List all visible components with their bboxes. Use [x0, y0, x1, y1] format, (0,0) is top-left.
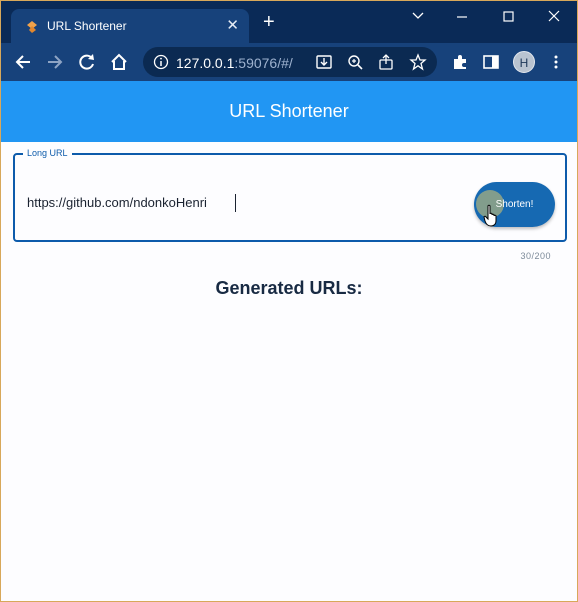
minimize-icon[interactable]: [447, 7, 477, 27]
extensions-puzzle-icon[interactable]: [451, 53, 469, 71]
browser-titlebar: URL Shortener ✕ +: [1, 1, 577, 43]
new-tab-button[interactable]: +: [263, 12, 275, 32]
browser-toolbar: 127.0.0.1:59076/#/ H: [1, 43, 577, 81]
generated-urls-heading: Generated URLs:: [215, 278, 363, 298]
site-info-icon[interactable]: [153, 54, 169, 70]
back-arrow-icon[interactable]: [13, 52, 33, 72]
profile-avatar[interactable]: H: [513, 51, 535, 73]
long-url-label: Long URL: [23, 148, 72, 158]
tab-close-icon[interactable]: ✕: [226, 16, 239, 34]
shorten-button-label: Shorten!: [495, 199, 534, 210]
zoom-icon[interactable]: [346, 53, 364, 71]
share-icon[interactable]: [377, 53, 395, 71]
browser-tab[interactable]: URL Shortener ✕: [11, 9, 249, 43]
url-host: 127.0.0.1: [176, 55, 235, 71]
url-path: :59076/#/: [234, 55, 293, 71]
reload-icon[interactable]: [77, 52, 97, 72]
text-caret: [235, 194, 236, 212]
long-url-input[interactable]: [27, 195, 427, 210]
side-panel-icon[interactable]: [482, 53, 500, 71]
maximize-icon[interactable]: [493, 7, 523, 27]
app-title: URL Shortener: [229, 101, 349, 121]
long-url-field[interactable]: Long URL Shorten!: [13, 148, 567, 242]
browser-window: URL Shortener ✕ + 127.0.0.1:59076/#/ H U…: [0, 0, 578, 602]
address-bar[interactable]: 127.0.0.1:59076/#/: [143, 47, 437, 77]
close-window-icon[interactable]: [539, 7, 569, 27]
bookmark-star-icon[interactable]: [409, 53, 427, 71]
tab-title: URL Shortener: [47, 19, 127, 33]
flutter-favicon-icon: [27, 21, 37, 33]
app-bar: URL Shortener: [1, 81, 577, 142]
character-counter: 30/200: [520, 251, 551, 261]
more-menu-icon[interactable]: [547, 53, 565, 71]
home-icon[interactable]: [109, 52, 129, 72]
hand-pointer-icon: [483, 204, 497, 227]
install-app-icon[interactable]: [315, 53, 333, 71]
url-text[interactable]: 127.0.0.1:59076/#/: [176, 55, 293, 71]
forward-arrow-icon[interactable]: [45, 52, 65, 72]
tab-search-chevron-icon[interactable]: [403, 7, 433, 27]
